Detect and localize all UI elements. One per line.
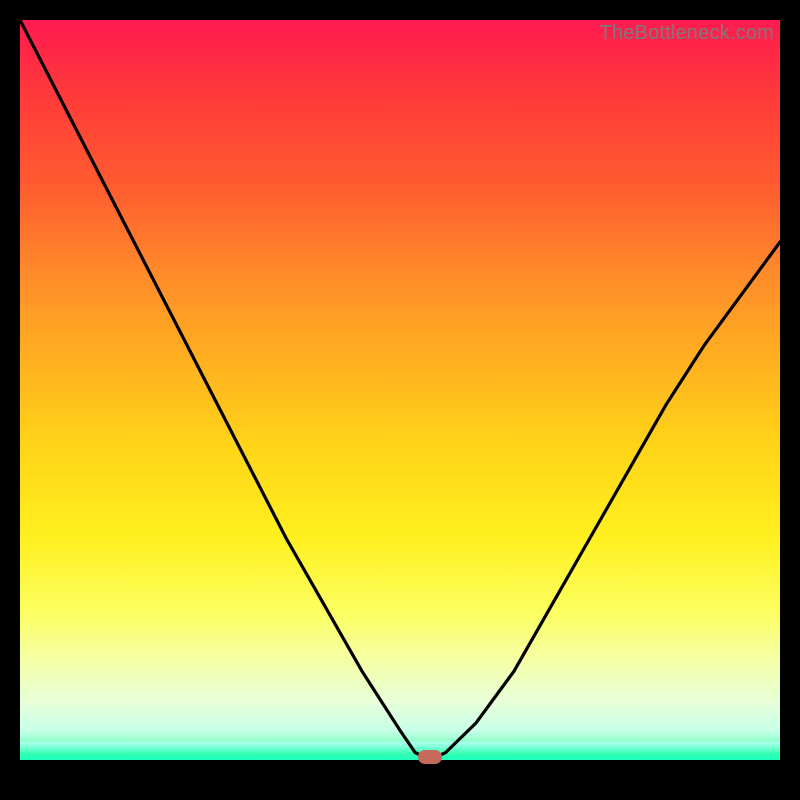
chart-frame: TheBottleneck.com xyxy=(20,20,780,780)
watermark-text: TheBottleneck.com xyxy=(599,22,774,45)
bottleneck-curve xyxy=(20,20,780,780)
optimal-point-marker xyxy=(418,750,442,764)
